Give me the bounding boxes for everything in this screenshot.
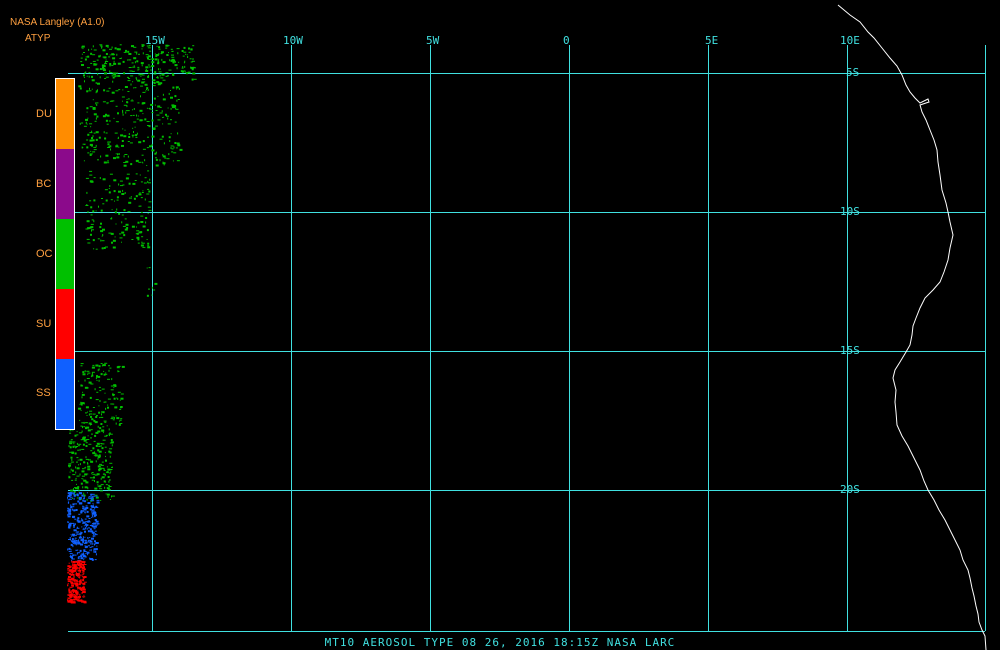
coastline [837,4,987,650]
lat-label-10s: 10S [840,205,860,218]
graticule [68,45,986,632]
lon-label-0: 0 [563,34,570,47]
lon-label-5e: 5E [705,34,719,47]
legend-swatch-du [56,79,74,149]
legend-swatch-ss [56,359,74,429]
legend-swatch-su [56,289,74,359]
lat-label-20s: 20S [840,483,860,496]
oc-cluster-lower [78,362,125,432]
legend-swatch-bc [56,149,74,219]
footer-caption: MT10 AEROSOL TYPE 08 26, 2016 18:15Z NAS… [324,636,676,649]
oc-cluster-top [80,44,197,82]
lat-label-15s: 15S [840,344,860,357]
oc-cluster-bottom [68,430,115,502]
legend-swatch-oc [56,219,74,289]
oc-cluster-upper [78,80,183,167]
ss-cluster [67,492,100,562]
product-name: ATYP [25,33,51,44]
lon-label-10e: 10E [840,34,860,47]
lon-label-5w: 5W [426,34,440,47]
su-cluster [67,560,87,604]
legend-color-bar [55,78,75,430]
oc-cluster-mid [85,170,152,250]
map-canvas [67,4,987,650]
map-viewport[interactable]: NASA Langley (A1.0) ATYP DU BC OC SU SS … [0,0,1000,650]
lat-label-5s: 5S [846,66,860,79]
organization-title: NASA Langley (A1.0) [10,17,105,28]
aerosol-type-pixels [67,44,197,604]
lon-label-10w: 10W [283,34,303,47]
lon-label-15w: 15W [145,34,165,47]
